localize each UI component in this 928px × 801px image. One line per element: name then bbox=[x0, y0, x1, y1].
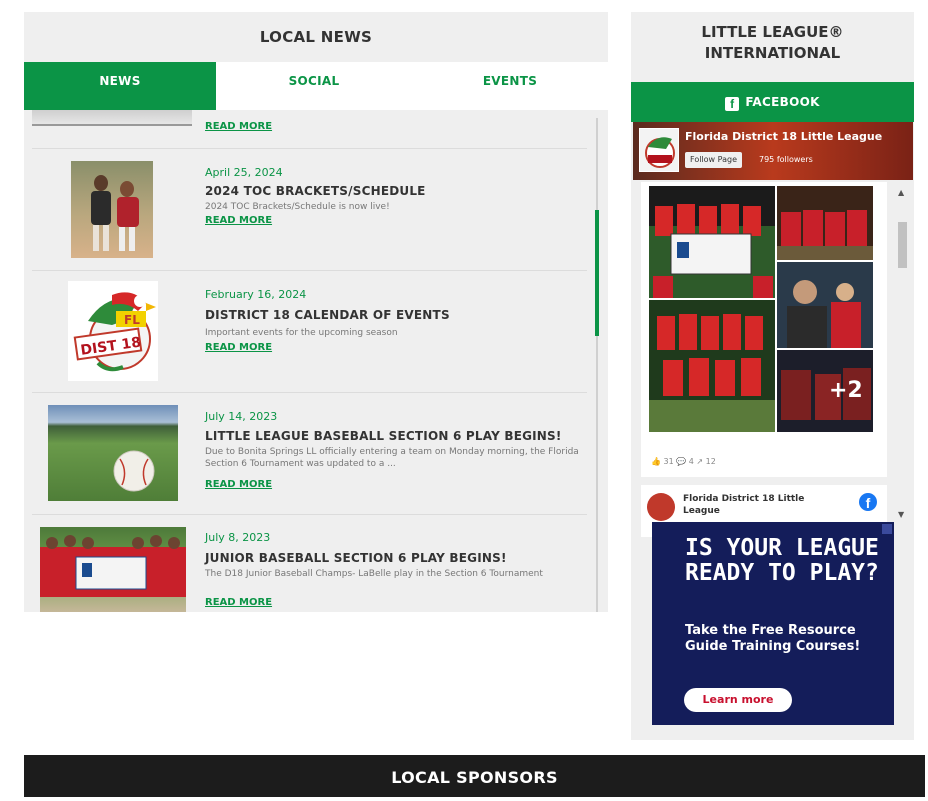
little-league-title: LITTLE LEAGUE® INTERNATIONAL bbox=[631, 22, 914, 64]
ad-choices-icon[interactable] bbox=[882, 524, 892, 534]
read-more-link[interactable]: READ MORE bbox=[205, 215, 272, 226]
post-photo[interactable] bbox=[649, 186, 775, 298]
news-item: FL DIST 18 February 16, 2024 DISTRICT 18… bbox=[32, 270, 587, 392]
facebook-page-name[interactable]: Florida District 18 Little League bbox=[683, 493, 823, 517]
news-item: July 14, 2023 LITTLE LEAGUE BASEBALL SEC… bbox=[32, 392, 587, 514]
read-more-link[interactable]: READ MORE bbox=[205, 597, 272, 608]
facebook-page-name[interactable]: Florida District 18 Little League bbox=[685, 130, 882, 143]
page-avatar[interactable] bbox=[647, 493, 675, 521]
read-more-link[interactable]: READ MORE bbox=[205, 121, 272, 132]
feed-scrollbar-thumb[interactable] bbox=[898, 222, 907, 268]
news-scrollbar-track[interactable] bbox=[596, 118, 598, 612]
post-reactions[interactable]: 👍 31 💬 4 ↗ 12 bbox=[651, 457, 716, 466]
facebook-button[interactable]: f FACEBOOK bbox=[631, 82, 914, 122]
news-thumbnail bbox=[32, 110, 192, 126]
news-date: July 14, 2023 bbox=[205, 410, 278, 423]
news-title[interactable]: LITTLE LEAGUE BASEBALL SECTION 6 PLAY BE… bbox=[205, 429, 562, 443]
learn-more-button[interactable]: Learn more bbox=[684, 688, 792, 712]
more-photos-count: +2 bbox=[829, 378, 863, 403]
news-date: February 16, 2024 bbox=[205, 288, 307, 301]
local-news-title: LOCAL NEWS bbox=[259, 28, 373, 46]
news-title[interactable]: 2024 TOC BRACKETS/SCHEDULE bbox=[205, 184, 426, 198]
news-title[interactable]: DISTRICT 18 CALENDAR OF EVENTS bbox=[205, 308, 450, 322]
news-description: Due to Bonita Springs LL officially ente… bbox=[205, 447, 579, 469]
facebook-post: +2 👍 31 💬 4 ↗ 12 bbox=[641, 182, 887, 477]
news-date: July 8, 2023 bbox=[205, 531, 271, 544]
tab-social[interactable]: SOCIAL bbox=[216, 62, 412, 110]
news-title[interactable]: JUNIOR BASEBALL SECTION 6 PLAY BEGINS! bbox=[205, 551, 507, 565]
post-photo[interactable] bbox=[777, 186, 873, 260]
post-photo[interactable] bbox=[777, 262, 873, 348]
logo-fl-text: FL bbox=[124, 313, 140, 327]
little-league-title-line2: INTERNATIONAL bbox=[704, 44, 841, 62]
local-sponsors-bar: LOCAL SPONSORS bbox=[24, 755, 925, 797]
news-thumbnail bbox=[48, 405, 178, 501]
follower-count: 795 followers bbox=[759, 155, 813, 164]
read-more-link[interactable]: READ MORE bbox=[205, 479, 272, 490]
news-description: The D18 Junior Baseball Champs- LaBelle … bbox=[205, 569, 543, 579]
scroll-up-icon[interactable]: ▲ bbox=[898, 188, 904, 197]
scroll-down-icon[interactable]: ▼ bbox=[898, 510, 904, 519]
page-avatar[interactable] bbox=[639, 128, 679, 172]
little-league-panel: LITTLE LEAGUE® INTERNATIONAL f FACEBOOK F… bbox=[631, 12, 914, 740]
little-league-title-line1: LITTLE LEAGUE® bbox=[701, 23, 844, 41]
tab-events[interactable]: EVENTS bbox=[412, 62, 608, 110]
tab-news[interactable]: NEWS bbox=[24, 62, 216, 110]
facebook-label: FACEBOOK bbox=[745, 95, 820, 109]
district-18-logo: FL DIST 18 bbox=[68, 281, 158, 381]
ad-subtext: Take the Free Resource Guide Training Co… bbox=[685, 623, 861, 654]
ad-headline: IS YOUR LEAGUE READY TO PLAY? bbox=[685, 535, 879, 586]
facebook-feed: Florida District 18 Little League Follow… bbox=[633, 122, 913, 538]
advertisement-banner[interactable]: IS YOUR LEAGUE READY TO PLAY? Take the F… bbox=[652, 522, 894, 725]
news-list: READ MORE April 25, 2024 2024 TOC BRACKE… bbox=[24, 110, 608, 612]
news-item: July 8, 2023 JUNIOR BASEBALL SECTION 6 P… bbox=[32, 514, 587, 612]
news-date: April 25, 2024 bbox=[205, 166, 283, 179]
facebook-logo-icon[interactable]: f bbox=[859, 493, 877, 511]
news-description: 2024 TOC Brackets/Schedule is now live! bbox=[205, 202, 390, 212]
follow-page-button[interactable]: Follow Page bbox=[685, 152, 743, 168]
news-description: Important events for the upcoming season bbox=[205, 328, 398, 338]
more-photos-tile[interactable]: +2 bbox=[777, 350, 873, 432]
news-thumbnail bbox=[40, 527, 186, 612]
local-news-panel: LOCAL NEWS NEWS SOCIAL EVENTS READ MORE bbox=[24, 12, 608, 612]
news-scrollbar-thumb[interactable] bbox=[595, 210, 599, 336]
post-photo[interactable] bbox=[649, 300, 775, 432]
facebook-icon: f bbox=[725, 97, 740, 111]
news-thumbnail bbox=[71, 161, 153, 258]
news-item: April 25, 2024 2024 TOC BRACKETS/SCHEDUL… bbox=[32, 148, 587, 270]
read-more-link[interactable]: READ MORE bbox=[205, 342, 272, 353]
local-sponsors-title: LOCAL SPONSORS bbox=[391, 768, 558, 787]
